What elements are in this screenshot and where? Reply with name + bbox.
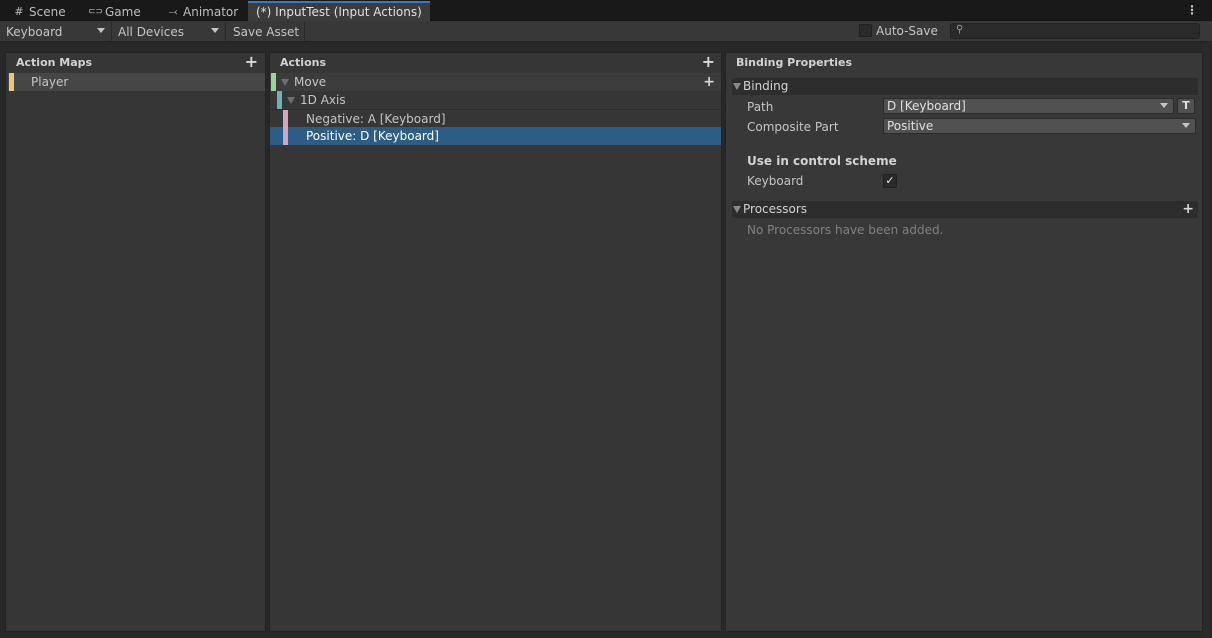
action-maps-panel: Action Maps + Player [5,52,266,632]
tab-animator[interactable]: ⤙ Animator [158,2,246,21]
binding-label: Positive: D [Keyboard] [306,129,439,143]
chevron-down-icon [97,28,105,33]
chevron-down-icon [211,28,219,33]
binding-color-bar [283,110,288,127]
editor-tab-bar: # Scene ⊂⊃ Game ⤙ Animator (*) InputTest… [0,0,1212,21]
device-value: All Devices [118,24,184,39]
text-mode-button[interactable]: T [1177,98,1195,114]
path-dropdown[interactable]: D [Keyboard] [883,98,1174,114]
tab-scene-label: Scene [29,4,66,19]
checkmark-icon: ✓ [885,174,895,187]
scheme-keyboard-checkbox[interactable]: ✓ [883,174,897,188]
binding-item-positive[interactable]: Positive: D [Keyboard] [270,127,721,145]
scene-grid-icon: # [14,5,24,18]
search-input[interactable]: ⚲ [950,23,1200,39]
foldout-arrow-icon[interactable] [287,97,295,104]
path-label: Path [747,100,774,114]
foldout-arrow-icon [733,206,741,213]
tab-animator-label: Animator [183,4,239,19]
save-asset-button[interactable]: Save Asset [228,22,306,41]
action-color-bar [271,73,276,91]
search-icon: ⚲ [956,24,964,35]
composite-label: 1D Axis [300,93,346,107]
autosave-checkbox[interactable] [859,24,872,37]
animator-icon: ⤙ [168,4,178,18]
tab-scene[interactable]: # Scene [4,2,74,21]
action-maps-title: Action Maps [6,53,265,72]
tab-input-actions[interactable]: (*) InputTest (Input Actions) [248,1,430,21]
more-options-icon[interactable]: ⋮ [1186,3,1198,17]
tab-input-actions-label: (*) InputTest (Input Actions) [256,5,422,19]
composite-part-dropdown[interactable]: Positive [883,118,1196,134]
action-map-item-player[interactable]: Player [8,73,265,91]
tab-game[interactable]: ⊂⊃ Game [80,2,149,21]
composite-part-label: Composite Part [747,120,839,134]
scheme-keyboard-label: Keyboard [747,174,804,188]
binding-item-negative[interactable]: Negative: A [Keyboard] [270,109,721,127]
actions-title: Actions [270,53,721,72]
actions-panel: Actions + Move + 1D Axis Negative: A [Ke… [269,52,722,632]
binding-section-header[interactable]: Binding [732,78,1198,95]
add-binding-button[interactable]: + [703,74,715,90]
binding-label: Negative: A [Keyboard] [306,112,446,126]
binding-properties-panel: Binding Properties Binding Path D [Keybo… [725,52,1203,632]
control-scheme-dropdown[interactable]: Keyboard [0,22,112,41]
path-value: D [Keyboard] [887,99,966,113]
device-dropdown[interactable]: All Devices [112,22,226,41]
binding-properties-title: Binding Properties [726,53,1202,72]
processors-empty-message: No Processors have been added. [747,223,944,237]
action-map-color-bar [9,73,14,91]
action-map-label: Player [31,75,69,89]
use-in-control-scheme-heading: Use in control scheme [747,154,897,168]
binding-color-bar [277,91,282,109]
binding-color-bar [283,127,288,145]
add-action-button[interactable]: + [702,54,715,70]
add-processor-button[interactable]: + [1182,201,1194,217]
processors-section-label: Processors [743,202,808,216]
composite-part-value: Positive [887,119,934,133]
gamepad-icon: ⊂⊃ [88,6,104,17]
tab-game-label: Game [105,4,141,19]
chevron-down-icon [1160,103,1168,108]
binding-item-composite[interactable]: 1D Axis [270,91,721,109]
window-scrollbar[interactable] [1203,42,1210,638]
action-label: Move [294,75,327,89]
chevron-down-icon [1182,123,1190,128]
action-item-move[interactable]: Move + [270,73,721,91]
foldout-arrow-icon [733,83,741,90]
control-scheme-value: Keyboard [6,24,63,39]
binding-section-label: Binding [743,79,789,93]
add-action-map-button[interactable]: + [245,54,258,70]
autosave-label: Auto-Save [876,24,938,38]
foldout-arrow-icon[interactable] [281,79,289,86]
processors-section-header[interactable]: Processors + [732,201,1198,218]
